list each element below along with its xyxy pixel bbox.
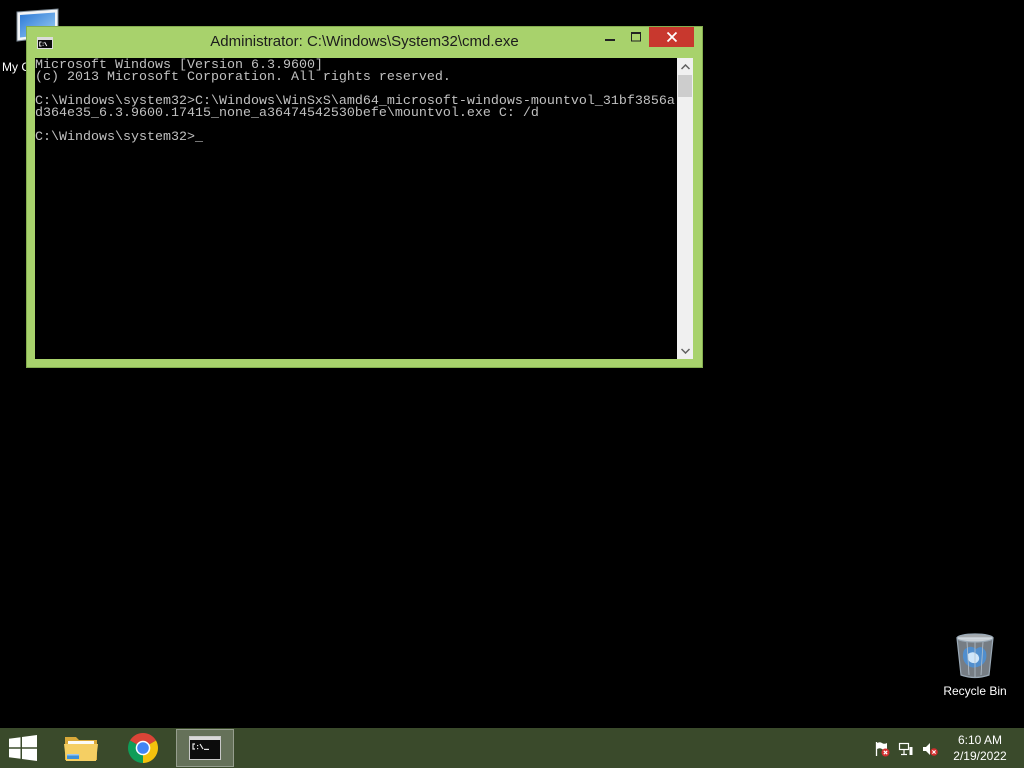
console-line: d364e35_6.3.9600.17415_none_a36474542530… (35, 106, 539, 121)
desktop-icon-label: Recycle Bin (943, 684, 1007, 698)
network-icon[interactable] (898, 741, 914, 757)
taskbar-button-file-explorer[interactable] (52, 729, 110, 767)
taskbar-button-command-prompt[interactable] (176, 729, 234, 767)
console-area[interactable]: Microsoft Windows [Version 6.3.9600] (c)… (35, 58, 677, 359)
console-prompt: C:\Windows\system32> (35, 130, 195, 145)
scrollbar-thumb[interactable] (678, 75, 692, 97)
cmd-icon (189, 736, 221, 760)
clock-time: 6:10 AM (957, 733, 1003, 747)
minimize-button[interactable] (597, 27, 623, 47)
maximize-button[interactable] (623, 27, 649, 47)
clock[interactable]: 6:10 AM 2/19/2022 (944, 732, 1016, 764)
chrome-icon (128, 733, 158, 763)
maximize-icon (631, 32, 641, 42)
console-prompt-line: C:\Windows\system32>_ (35, 130, 677, 145)
scroll-down-icon (681, 348, 690, 354)
minimize-icon (605, 39, 615, 41)
file-explorer-icon (64, 737, 98, 761)
action-center-flag-icon[interactable] (874, 741, 890, 757)
scroll-down-button[interactable] (677, 342, 693, 359)
recycle-bin-icon (956, 633, 994, 679)
start-button[interactable] (0, 728, 48, 768)
close-icon (666, 31, 678, 43)
title-bar[interactable]: Administrator: C:\Windows\System32\cmd.e… (26, 26, 703, 58)
taskbar: 6:10 AM 2/19/2022 (0, 728, 1024, 768)
console-line: (c) 2013 Microsoft Corporation. All righ… (35, 70, 451, 85)
windows-logo-icon (9, 735, 37, 761)
window-client-area: Microsoft Windows [Version 6.3.9600] (c)… (35, 58, 693, 359)
scroll-up-button[interactable] (677, 58, 693, 75)
clock-date: 2/19/2022 (953, 749, 1007, 763)
cmd-window: Administrator: C:\Windows\System32\cmd.e… (26, 26, 703, 368)
volume-muted-icon[interactable] (922, 741, 938, 757)
scroll-up-icon (681, 64, 690, 70)
vertical-scrollbar[interactable] (677, 58, 693, 359)
desktop-icon-recycle-bin[interactable]: Recycle Bin (930, 626, 1020, 702)
close-button[interactable] (649, 27, 694, 47)
console-cursor: _ (194, 130, 203, 145)
taskbar-button-chrome[interactable] (114, 729, 172, 767)
